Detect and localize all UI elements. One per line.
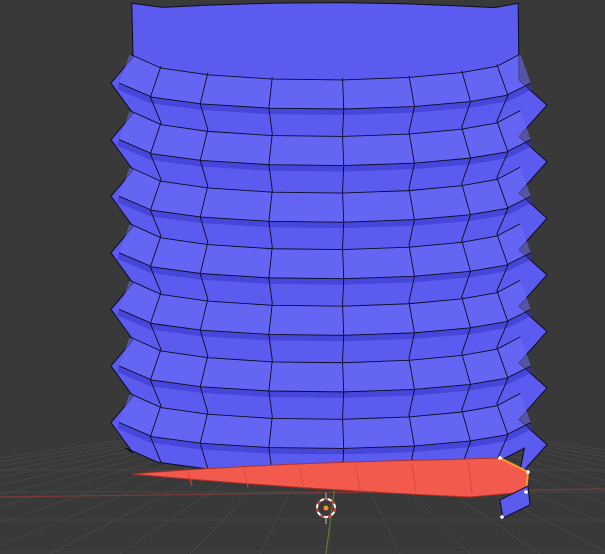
selected-vertex	[498, 456, 502, 460]
threaded-screw-mesh[interactable]	[110, 2, 548, 478]
cursor-center	[323, 505, 329, 511]
selected-vertex	[500, 515, 504, 519]
3d-viewport[interactable]	[0, 0, 605, 554]
selected-vertex	[524, 490, 528, 494]
selected-vertex	[526, 470, 530, 474]
viewport-scene[interactable]	[0, 0, 605, 554]
